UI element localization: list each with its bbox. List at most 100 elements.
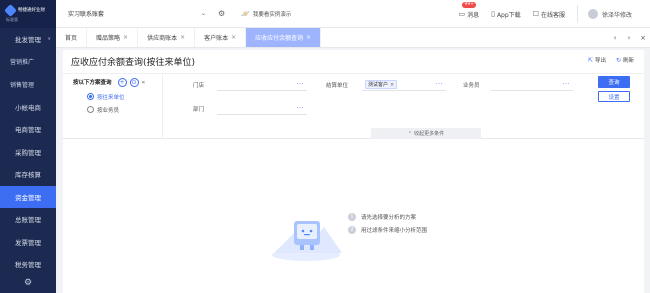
settle-tag[interactable]: 测试客户 × bbox=[365, 80, 398, 89]
close-icon[interactable]: × bbox=[180, 34, 185, 41]
collapse-icon[interactable]: « bbox=[142, 79, 146, 86]
sidebar-item-label: 营销推广 bbox=[10, 59, 35, 67]
salesman-input[interactable]: ··· bbox=[491, 79, 573, 91]
collapse-conditions-button[interactable]: ⌃ 收起更多条件 bbox=[371, 128, 481, 139]
close-icon[interactable]: × bbox=[231, 34, 236, 41]
tip-number: 1 bbox=[348, 212, 356, 221]
close-icon[interactable]: × bbox=[123, 34, 128, 41]
tip-item: 2 用过滤条件来缩小分析范围 bbox=[348, 223, 427, 236]
user-menu[interactable]: 徐泽华修改 bbox=[576, 5, 632, 23]
user-name: 徐泽华修改 bbox=[601, 11, 632, 19]
add-scheme-icon[interactable]: + bbox=[117, 77, 127, 87]
online-service-label: 在线客服 bbox=[540, 11, 565, 19]
empty-state: 1 请先选择要分析的方案 2 用过滤条件来缩小分析范围 bbox=[63, 140, 644, 293]
sidebar-item-label: 销售管理 bbox=[10, 81, 35, 89]
scheme-option[interactable]: 按往来单位 bbox=[63, 90, 162, 103]
more-icon[interactable]: ··· bbox=[297, 81, 304, 88]
account-name: 实习联系账套 bbox=[68, 11, 105, 18]
tab-controls: ‹ › × bbox=[608, 28, 650, 48]
scheme-option-label: 按往来单位 bbox=[97, 94, 125, 101]
tab-label: 供应商账本 bbox=[147, 35, 178, 42]
sidebar-item[interactable]: 总账管理 bbox=[0, 208, 56, 231]
radio-icon bbox=[87, 93, 94, 100]
store-input[interactable]: ··· bbox=[217, 79, 307, 91]
main-content: 应收应付余额查询(按往来单位) ⇱ 导出 ↻ 刷新 按以下方案查询 + ⊙ « … bbox=[63, 50, 644, 293]
refresh-label: 刷新 bbox=[622, 58, 634, 64]
scheme-header: 按以下方案查询 + ⊙ « bbox=[63, 74, 162, 90]
scheme-settings-icon[interactable]: ⊙ bbox=[129, 77, 139, 87]
sidebar-item-label: 发票管理 bbox=[15, 238, 41, 247]
chevron-up-icon: ⌃ bbox=[407, 130, 413, 137]
page-title: 应收应付余额查询(按往来单位) bbox=[71, 57, 196, 68]
filter-panel: 按以下方案查询 + ⊙ « 按往来单位按业务员 门店 ··· 结算单位 测试客户… bbox=[63, 73, 644, 139]
messages-label: 消息 bbox=[467, 11, 480, 19]
settle-field: 结算单位 测试客户 × ··· bbox=[326, 79, 446, 91]
chevron-right-icon[interactable]: › bbox=[622, 34, 636, 42]
sidebar-item[interactable]: 批发管理 ∨ bbox=[0, 28, 56, 51]
chevron-left-icon[interactable]: ‹ bbox=[608, 34, 622, 42]
tab-label: 客户账本 bbox=[204, 35, 229, 42]
messages-badge: 99+ bbox=[462, 1, 476, 8]
sidebar-item-label: 小帐电商 bbox=[15, 103, 41, 112]
sidebar-item[interactable]: 发票管理 bbox=[0, 231, 56, 254]
settings-button[interactable]: 设置 bbox=[598, 91, 630, 102]
settle-input[interactable]: 测试客户 × ··· bbox=[362, 79, 446, 91]
phone-icon: ▯ bbox=[491, 10, 495, 18]
settle-label: 结算单位 bbox=[326, 83, 349, 89]
tab-label: 赠品策略 bbox=[96, 35, 121, 42]
sidebar-item[interactable]: 采购管理 bbox=[0, 141, 56, 164]
account-select[interactable]: 实习联系账套 ⌄ bbox=[62, 6, 212, 22]
empty-tips: 1 请先选择要分析的方案 2 用过滤条件来缩小分析范围 bbox=[348, 210, 427, 236]
tab[interactable]: 客户账本 × bbox=[195, 28, 247, 47]
tab[interactable]: 应收应付余额查询 × bbox=[246, 28, 322, 47]
sidebar-item[interactable]: 销售管理 bbox=[0, 73, 56, 96]
demo-link[interactable]: 🪐 我要看实例演示 bbox=[241, 10, 291, 18]
scheme-options: 按往来单位 按业务员 bbox=[63, 90, 162, 116]
close-icon[interactable]: × bbox=[306, 34, 311, 41]
sidebar-item-label: 税务管理 bbox=[15, 261, 41, 270]
settle-tag-label: 测试客户 bbox=[368, 82, 389, 88]
sidebar-item[interactable]: 库存核算 bbox=[0, 163, 56, 186]
edition-label: 标准版 bbox=[6, 16, 18, 22]
gear-icon[interactable]: ⚙ bbox=[218, 9, 225, 18]
tab-label: 应收应付余额查询 bbox=[255, 35, 304, 42]
logo[interactable]: 畅捷通好业财 标准版 bbox=[0, 0, 56, 28]
salesman-label: 业务员 bbox=[463, 83, 480, 89]
online-service-button[interactable]: ☐ 在线客服 bbox=[533, 10, 565, 19]
sidebar-item[interactable]: 营销推广 bbox=[0, 51, 56, 74]
store-field: 门店 ··· bbox=[193, 79, 307, 91]
refresh-button[interactable]: ↻ 刷新 bbox=[615, 56, 634, 65]
tab[interactable]: 赠品策略 × bbox=[87, 28, 139, 47]
more-icon[interactable]: ··· bbox=[436, 81, 443, 88]
close-icon[interactable]: × bbox=[390, 82, 394, 88]
dept-field: 部门 ··· bbox=[193, 103, 307, 115]
more-icon[interactable]: ··· bbox=[563, 81, 570, 88]
page-header: 应收应付余额查询(按往来单位) ⇱ 导出 ↻ 刷新 bbox=[63, 50, 644, 72]
more-icon[interactable]: ··· bbox=[297, 105, 304, 112]
messages-button[interactable]: 99+ ▭ 消息 bbox=[458, 1, 480, 19]
settings-icon[interactable]: ⚙ bbox=[0, 273, 56, 293]
sidebar-item[interactable]: 小帐电商 bbox=[0, 96, 56, 119]
tabbar: 首页 赠品策略 × 供应商账本 × 客户账本 × 应收应付余额查询 × ‹ › × bbox=[56, 28, 650, 48]
tip-item: 1 请先选择要分析的方案 bbox=[348, 210, 427, 223]
tab[interactable]: 供应商账本 × bbox=[138, 28, 196, 47]
app-download-button[interactable]: ▯ App下载 bbox=[491, 10, 521, 19]
tab[interactable]: 首页 bbox=[56, 28, 88, 47]
sidebar-item-label: 批发管理 bbox=[15, 36, 41, 45]
dept-label: 部门 bbox=[193, 107, 205, 113]
refresh-icon: ↻ bbox=[615, 56, 621, 64]
sidebar-item[interactable]: 电商管理 bbox=[0, 118, 56, 141]
sidebar-item-label: 资金管理 bbox=[15, 193, 41, 202]
sidebar-item[interactable]: 资金管理 bbox=[0, 185, 56, 208]
export-button[interactable]: ⇱ 导出 bbox=[588, 56, 606, 65]
tab-label: 首页 bbox=[65, 35, 78, 42]
close-all-icon[interactable]: × bbox=[636, 34, 650, 42]
sidebar-item-label: 库存核算 bbox=[15, 171, 41, 180]
dept-input[interactable]: ··· bbox=[217, 103, 307, 115]
scheme-option-label: 按业务员 bbox=[97, 107, 120, 114]
sidebar-item-label: 采购管理 bbox=[15, 148, 41, 157]
salesman-field: 业务员 ··· bbox=[463, 79, 573, 91]
query-button[interactable]: 查询 bbox=[598, 76, 630, 88]
scheme-option[interactable]: 按业务员 bbox=[63, 103, 162, 116]
sidebar: 畅捷通好业财 标准版 批发管理 ∨ 营销推广销售管理小帐电商电商管理采购管理库存核算… bbox=[0, 0, 56, 293]
